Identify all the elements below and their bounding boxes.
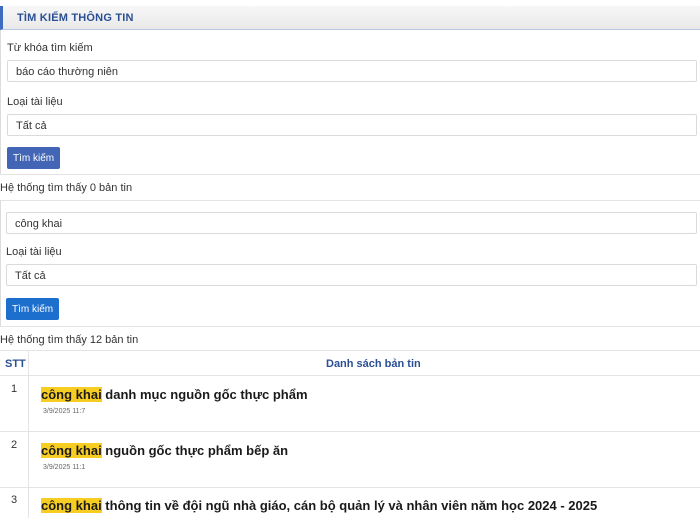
search-form-2: công khai Loại tài liệu Tất cả Tìm kiếm bbox=[0, 200, 700, 326]
news-date: 3/9/2025 11:1 bbox=[43, 464, 86, 471]
news-date: 3/9/2025 11:7 bbox=[43, 408, 86, 415]
column-header-stt: STT bbox=[5, 358, 26, 370]
row-number: 1 bbox=[11, 383, 18, 395]
row-number: 3 bbox=[11, 494, 18, 506]
search-highlight: công khai bbox=[41, 443, 102, 458]
table-row: 2 công khai nguồn gốc thực phẩm bếp ăn 3… bbox=[0, 432, 700, 488]
keyword-input[interactable]: báo cáo thường niên bbox=[7, 60, 697, 82]
section-header: TÌM KIẾM THÔNG TIN bbox=[0, 6, 700, 30]
doc-type-label: Loại tài liệu bbox=[7, 96, 63, 108]
search-form-1: Từ khóa tìm kiếm báo cáo thường niên Loạ… bbox=[0, 30, 700, 174]
table-row: 3 công khai thông tin về đội ngũ nhà giá… bbox=[0, 488, 700, 518]
news-title-text: danh mục nguồn gốc thực phẩm bbox=[101, 387, 308, 402]
result-count: Hệ thống tìm thấy 0 bản tin bbox=[0, 182, 133, 194]
page-title: TÌM KIẾM THÔNG TIN bbox=[17, 12, 134, 24]
row-number: 2 bbox=[11, 439, 18, 451]
doc-type-select[interactable]: Tất cả bbox=[6, 264, 697, 286]
news-title-text: thông tin về đội ngũ nhà giáo, cán bộ qu… bbox=[101, 498, 598, 513]
search-highlight: công khai bbox=[41, 387, 102, 402]
divider bbox=[0, 174, 700, 175]
column-header-list: Danh sách bản tin bbox=[326, 358, 421, 370]
news-title-link[interactable]: công khai nguồn gốc thực phẩm bếp ăn bbox=[41, 443, 288, 458]
news-title-link[interactable]: công khai thông tin về đội ngũ nhà giáo,… bbox=[41, 498, 597, 513]
doc-type-label: Loại tài liệu bbox=[6, 246, 62, 258]
search-button[interactable]: Tìm kiếm bbox=[6, 298, 60, 320]
news-title-link[interactable]: công khai danh mục nguồn gốc thực phẩm bbox=[41, 387, 308, 402]
result-count: Hệ thống tìm thấy 12 bản tin bbox=[0, 334, 139, 346]
divider bbox=[0, 326, 700, 327]
news-title-text: nguồn gốc thực phẩm bếp ăn bbox=[101, 443, 289, 458]
search-button[interactable]: Tìm kiếm bbox=[7, 147, 61, 169]
results-table-header: STT Danh sách bản tin bbox=[0, 350, 700, 376]
table-row: 1 công khai danh mục nguồn gốc thực phẩm… bbox=[0, 376, 700, 432]
search-highlight: công khai bbox=[41, 498, 102, 513]
keyword-input[interactable]: công khai bbox=[6, 212, 697, 234]
doc-type-select[interactable]: Tất cả bbox=[7, 114, 697, 136]
keyword-label: Từ khóa tìm kiếm bbox=[7, 42, 93, 54]
